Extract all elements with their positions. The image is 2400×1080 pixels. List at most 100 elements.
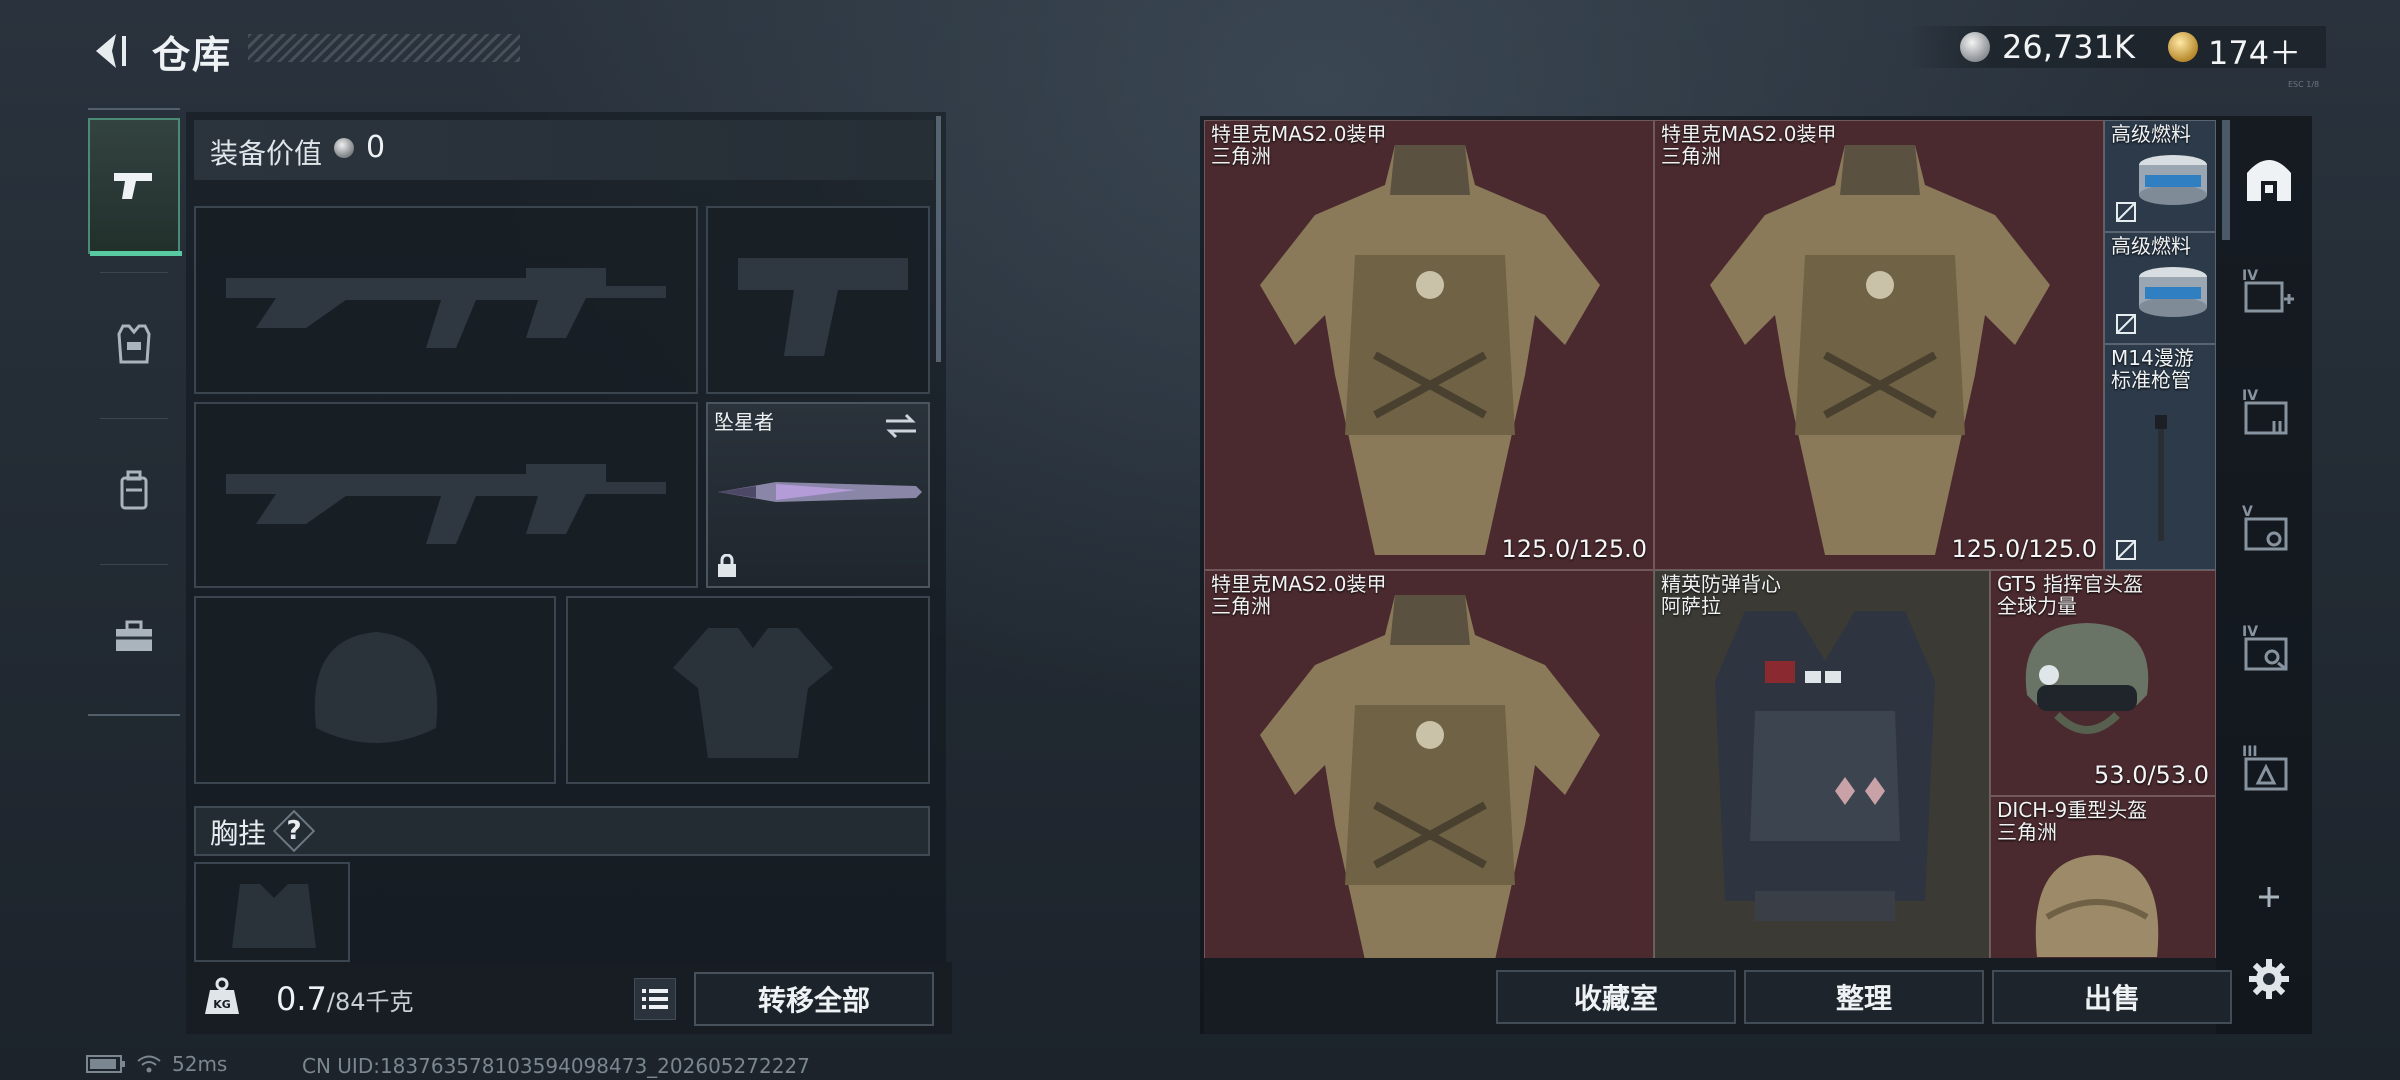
stash-item[interactable]: 高级燃料	[2104, 232, 2216, 344]
item-subtitle: 标准枪管	[2111, 368, 2191, 392]
sidearm-slot[interactable]	[706, 206, 930, 394]
plus-icon	[2255, 883, 2283, 911]
pistol-icon	[112, 169, 156, 203]
armor-vest-icon	[1245, 585, 1615, 958]
gun-barrel-icon	[2151, 415, 2171, 545]
toolbox-tab[interactable]	[88, 568, 180, 704]
stash-item[interactable]: GT5 指挥官头盔 全球力量 53.0/53.0	[1990, 570, 2216, 796]
help-button[interactable]: ?	[272, 809, 316, 853]
lock-icon	[716, 554, 738, 578]
armor-slot[interactable]	[566, 596, 930, 784]
currency-secondary-value[interactable]: 174＋	[2208, 28, 2301, 74]
armor-vest-icon	[1245, 135, 1615, 555]
no-insure-icon	[2115, 313, 2137, 335]
swap-icon[interactable]	[884, 412, 918, 440]
armor-silhouette-icon	[668, 618, 838, 768]
stash-item[interactable]: 高级燃料	[2104, 120, 2216, 232]
item-name: 精英防弹背心	[1661, 572, 1781, 596]
organize-button[interactable]: 整理	[1744, 970, 1984, 1024]
level-label: IV	[2242, 268, 2259, 284]
left-tab-bar	[88, 108, 182, 716]
transfer-all-button[interactable]: 转移全部	[694, 972, 934, 1026]
ping-text: 52ms	[172, 1052, 228, 1076]
stash-item[interactable]: 精英防弹背心 阿萨拉	[1654, 570, 1990, 958]
gold-coin-icon	[2168, 32, 2198, 62]
case-button[interactable]: IV	[2236, 264, 2302, 330]
page-title: 仓库	[152, 33, 233, 77]
chest-rig-silhouette-icon	[226, 878, 322, 958]
collection-room-button[interactable]: 收藏室	[1496, 970, 1736, 1024]
backpack-tab[interactable]	[88, 422, 180, 558]
no-insure-icon	[2115, 539, 2137, 561]
fuel-can-icon	[2135, 263, 2211, 319]
level-label: III	[2242, 744, 2258, 760]
weight-icon: KG	[202, 976, 242, 1016]
fuel-can-icon	[2135, 151, 2211, 207]
title-decoration	[248, 34, 520, 62]
back-button[interactable]	[86, 28, 132, 74]
uid-text: CN UID:1837635781035940984​73_2026052722…	[302, 1054, 810, 1078]
item-name: 高级燃料	[2111, 122, 2191, 146]
stash-main-icon	[2243, 153, 2295, 205]
case-button[interactable]: III	[2236, 740, 2302, 806]
secondary-weapon-slot[interactable]	[194, 402, 698, 588]
weight-current: 0.7	[276, 980, 327, 1018]
help-icon: ?	[286, 816, 302, 846]
main-stash-button[interactable]	[2236, 146, 2302, 212]
item-durability: 125.0/125.0	[1951, 535, 2098, 563]
weapon-tab[interactable]	[88, 118, 182, 256]
equipment-value-label: 装备价值	[210, 137, 323, 170]
case-button[interactable]: IV	[2236, 620, 2302, 686]
item-subtitle: 三角洲	[1997, 820, 2057, 844]
melee-slot[interactable]: 坠星者	[706, 402, 930, 588]
status-bar: 52ms	[86, 1052, 227, 1076]
backpack-icon	[118, 470, 150, 510]
svg-text:KG: KG	[213, 998, 231, 1011]
chest-rig-slot[interactable]	[194, 862, 350, 962]
item-durability: 125.0/125.0	[1501, 535, 1648, 563]
stash-item[interactable]: 特里克MAS2.0装甲 三角洲 125.0/125.0	[1654, 120, 2104, 570]
list-view-button[interactable]	[634, 978, 676, 1020]
stash-item[interactable]: M14漫游 标准枪管	[2104, 344, 2216, 570]
wifi-icon	[136, 1054, 162, 1074]
currency-primary-value: 26,731K	[2002, 28, 2135, 66]
coin-icon	[1960, 32, 1990, 62]
helmet-silhouette-icon	[296, 618, 456, 768]
hint-text: ESC 1/8	[2288, 80, 2320, 89]
item-name: 高级燃料	[2111, 234, 2191, 258]
add-case-button[interactable]	[2236, 864, 2302, 930]
case-button[interactable]: IV	[2236, 384, 2302, 450]
level-label: V	[2242, 504, 2253, 520]
rifle-silhouette-icon	[226, 238, 666, 358]
item-name: GT5 指挥官头盔	[1997, 572, 2144, 596]
armor-vest-icon	[1695, 135, 2065, 555]
equipment-value: 0	[366, 130, 386, 165]
case-button[interactable]: V	[2236, 500, 2302, 566]
scrollbar[interactable]	[936, 116, 941, 362]
melee-name: 坠星者	[714, 410, 774, 434]
settings-button[interactable]	[2236, 946, 2302, 1012]
rifle-silhouette-icon	[226, 434, 666, 554]
armor-tab[interactable]	[88, 276, 180, 412]
stash-item[interactable]: DICH-9重型头盔 三角洲	[1990, 796, 2216, 958]
stash-item[interactable]: 特里克MAS2.0装甲 三角洲 125.0/125.0	[1204, 120, 1654, 570]
weight-value: 0.7/84千克	[276, 980, 414, 1018]
weight-capacity: /84千克	[326, 988, 414, 1016]
stash-grid: 特里克MAS2.0装甲 三角洲 125.0/125.0 特里克MAS2.0装甲 三角…	[1204, 120, 2216, 958]
item-durability: 53.0/53.0	[2094, 761, 2209, 789]
list-icon	[642, 988, 668, 1010]
sell-button[interactable]: 出售	[1992, 970, 2232, 1024]
vest-icon	[117, 324, 151, 364]
primary-weapon-slot[interactable]	[194, 206, 698, 394]
no-insure-icon	[2115, 201, 2137, 223]
toolbox-icon	[114, 619, 154, 653]
helmet-icon	[2027, 847, 2167, 958]
ballistic-vest-icon	[1705, 601, 1945, 941]
gear-icon	[2247, 957, 2291, 1001]
scrollbar[interactable]	[2222, 120, 2230, 240]
item-subtitle: 全球力量	[1997, 594, 2077, 618]
stash-item[interactable]: 特里克MAS2.0装甲 三角洲	[1204, 570, 1654, 958]
level-label: IV	[2242, 624, 2259, 640]
helmet-slot[interactable]	[194, 596, 556, 784]
battery-icon	[86, 1055, 126, 1073]
